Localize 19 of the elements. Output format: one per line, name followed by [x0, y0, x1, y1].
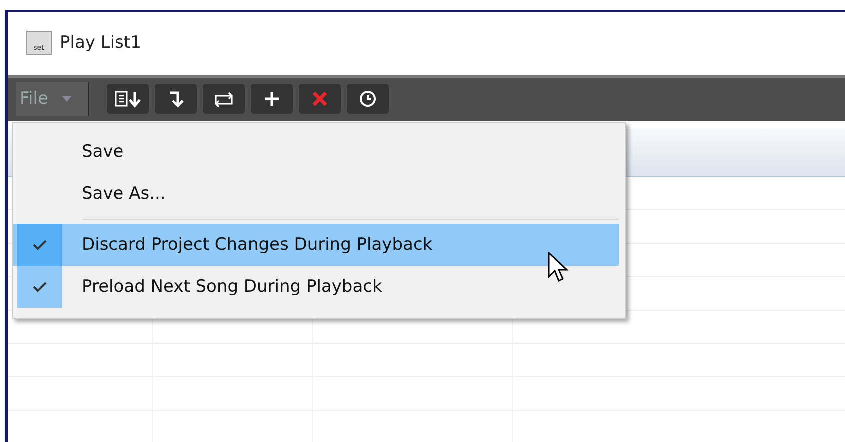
- menu-item[interactable]: Preload Next Song During Playback: [13, 266, 619, 308]
- close-icon: [311, 90, 330, 108]
- insert-button[interactable]: [155, 84, 198, 114]
- sort-button[interactable]: [107, 84, 150, 114]
- turn-down-icon: [167, 90, 186, 108]
- caret-icon: [62, 96, 72, 102]
- loop-button[interactable]: [203, 84, 246, 114]
- clock-icon: [359, 90, 378, 108]
- window-title: Play List1: [60, 33, 142, 54]
- check-icon: [32, 239, 48, 251]
- menu-item[interactable]: Save As...: [13, 173, 619, 215]
- menu-item[interactable]: Save: [13, 131, 619, 173]
- delete-button[interactable]: [299, 84, 342, 114]
- menu-item[interactable]: Discard Project Changes During Playback: [13, 224, 619, 266]
- list-down-icon: [114, 90, 142, 108]
- plus-icon: [263, 90, 282, 108]
- add-button[interactable]: [251, 84, 294, 114]
- clock-button[interactable]: [347, 84, 390, 114]
- check-icon: [32, 281, 48, 293]
